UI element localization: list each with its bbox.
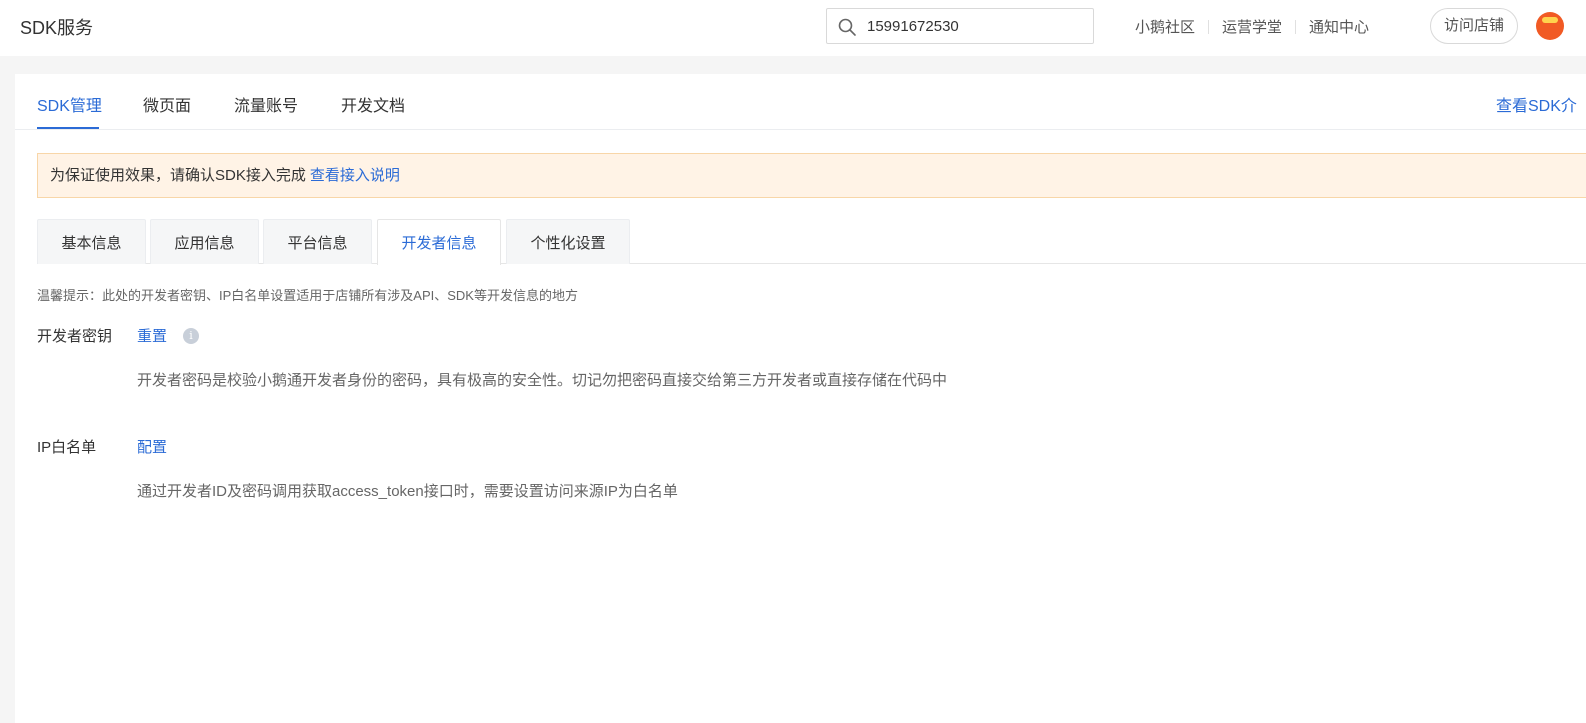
tab-dev-docs[interactable]: 开发文档: [341, 92, 405, 116]
info-icon[interactable]: i: [183, 328, 199, 344]
main-tabs: SDK管理 微页面 流量账号 开发文档 查看SDK介: [15, 74, 1586, 130]
left-gutter: [0, 56, 15, 723]
visit-store-button[interactable]: 访问店铺: [1430, 8, 1518, 44]
app-title: SDK服务: [20, 18, 94, 38]
notification-center-link[interactable]: 通知中心: [1296, 16, 1382, 37]
search-input[interactable]: [867, 15, 1087, 37]
hint-text: 温馨提示：此处的开发者密钥、IP白名单设置适用于店铺所有涉及API、SDK等开发…: [37, 288, 578, 303]
search-icon: [838, 18, 856, 36]
subtab-app-info[interactable]: 应用信息: [150, 219, 259, 264]
ip-whitelist-label: IP白名单: [37, 439, 97, 456]
subtab-developer-info[interactable]: 开发者信息: [377, 219, 501, 265]
subtab-platform-info[interactable]: 平台信息: [263, 219, 372, 264]
top-bar: SDK服务 小鹅社区 运营学堂 通知中心 访问店铺: [0, 0, 1586, 56]
avatar[interactable]: [1536, 12, 1564, 40]
developer-secret-description: 开发者密码是校验小鹅通开发者身份的密码，具有极高的安全性。切记勿把密码直接交给第…: [137, 372, 948, 389]
notice-banner: 为保证使用效果，请确认SDK接入完成 查看接入说明: [37, 153, 1586, 198]
reset-secret-button[interactable]: 重置: [137, 325, 167, 346]
configure-whitelist-button[interactable]: 配置: [137, 436, 167, 457]
view-sdk-intro-link[interactable]: 查看SDK介: [1496, 92, 1577, 116]
developer-secret-label: 开发者密钥: [37, 328, 113, 345]
content-card: SDK管理 微页面 流量账号 开发文档 查看SDK介 为保证使用效果，请确认SD…: [15, 74, 1586, 723]
notice-text: 为保证使用效果，请确认SDK接入完成: [50, 167, 306, 184]
sub-tabs: 基本信息 应用信息 平台信息 开发者信息 个性化设置: [37, 219, 1586, 265]
view-integration-guide-link[interactable]: 查看接入说明: [310, 167, 400, 184]
tab-micro-page[interactable]: 微页面: [143, 92, 191, 116]
ip-whitelist-description: 通过开发者ID及密码调用获取access_token接口时，需要设置访问来源IP…: [137, 483, 678, 500]
top-links: 小鹅社区 运营学堂 通知中心: [1122, 16, 1382, 37]
tab-sdk-management[interactable]: SDK管理: [37, 92, 102, 116]
academy-link[interactable]: 运营学堂: [1209, 16, 1295, 37]
search-box[interactable]: [826, 8, 1094, 44]
tab-traffic-account[interactable]: 流量账号: [234, 92, 298, 116]
subtab-basic-info[interactable]: 基本信息: [37, 219, 146, 264]
active-tab-indicator: [37, 127, 99, 129]
subtab-personalization[interactable]: 个性化设置: [506, 219, 630, 264]
community-link[interactable]: 小鹅社区: [1122, 16, 1208, 37]
